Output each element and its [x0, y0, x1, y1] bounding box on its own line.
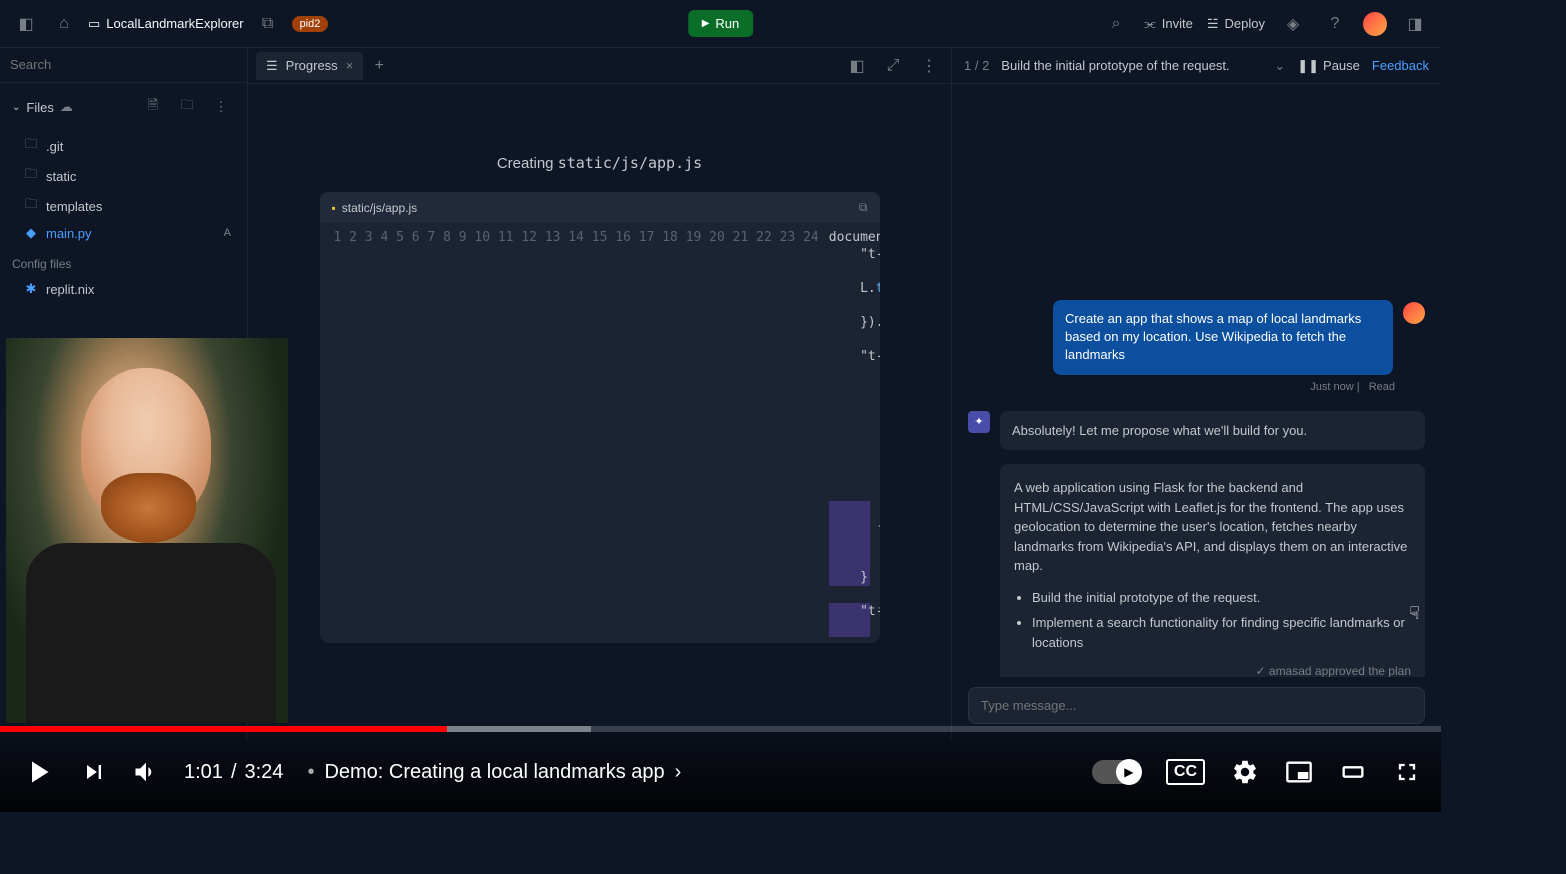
python-icon: ◆ [24, 225, 38, 241]
project-name[interactable]: ▭ LocalLandmarkExplorer [88, 16, 244, 32]
invite-button[interactable]: ⫘Invite [1144, 16, 1193, 32]
duration: 3:24 [245, 761, 284, 784]
expand-icon[interactable]: ⤢ [879, 52, 907, 80]
new-tab-button[interactable]: + [365, 52, 393, 80]
search-input[interactable] [10, 57, 237, 72]
ai-message-row: ✦ Absolutely! Let me propose what we'll … [968, 411, 1425, 451]
play-button[interactable] [20, 754, 56, 790]
top-bar: ◧ ⌂ ▭ LocalLandmarkExplorer ⧉ pid2 Run ⌕… [0, 0, 1441, 48]
chapter-label: Demo: Creating a local landmarks app [324, 761, 664, 784]
volume-button[interactable] [132, 758, 160, 786]
code-preview: ▪ static/js/app.js ⧉ 1 2 3 4 5 6 7 8 9 1… [320, 192, 880, 643]
tab-more-icon[interactable]: ⋮ [915, 52, 943, 80]
plan-approved-text: amasad approved the plan [1014, 662, 1411, 677]
code-lines: document.addEventListener('DOMContentLoa… [829, 223, 880, 643]
ai-panel: 1 / 2 Build the initial prototype of the… [951, 48, 1441, 740]
file-item-git[interactable]: 🗀.git [0, 131, 247, 161]
cloud-icon: ☁ [60, 99, 73, 115]
copy-code-icon[interactable]: ⧉ [859, 200, 868, 215]
current-time: 1:01 [184, 761, 223, 784]
ai-plan-list: Build the initial prototype of the reque… [1032, 588, 1411, 653]
panel-right-icon[interactable]: ◨ [1401, 10, 1429, 38]
webcam-overlay [6, 338, 288, 723]
captions-button[interactable]: CC [1166, 759, 1205, 785]
file-item-main-py[interactable]: ◆main.pyA [0, 221, 247, 245]
split-icon[interactable]: ◧ [843, 52, 871, 80]
new-folder-icon[interactable]: 🗀 [173, 93, 201, 121]
message-meta: Just now | Read [968, 381, 1425, 393]
user-message-row: Create an app that shows a map of local … [968, 300, 1425, 375]
creating-title: Creating static/js/app.js [278, 154, 921, 172]
play-icon: ▶ [1116, 759, 1142, 785]
run-button[interactable]: Run [688, 10, 754, 37]
fullscreen-button[interactable] [1393, 758, 1421, 786]
window-icon: ▭ [88, 16, 100, 32]
editor-content: Creating static/js/app.js ▪ static/js/ap… [248, 84, 951, 740]
plan-item: Build the initial prototype of the reque… [1032, 588, 1411, 608]
feedback-link[interactable]: Feedback [1372, 58, 1429, 73]
files-header[interactable]: ⌄ Files ☁ 🗎 🗀 ⋮ [0, 83, 247, 131]
plan-item: Implement a search functionality for fin… [1032, 613, 1411, 652]
settings-button[interactable] [1231, 758, 1259, 786]
file-item-templates[interactable]: 🗀templates [0, 191, 247, 221]
chevron-down-icon: ⌄ [12, 102, 20, 113]
pause-button[interactable]: ❚❚Pause [1297, 58, 1360, 74]
sidebar-search[interactable] [0, 48, 247, 83]
step-counter: 1 / 2 [964, 58, 989, 73]
chapter-indicator[interactable]: • Demo: Creating a local landmarks app › [307, 761, 681, 784]
theater-button[interactable] [1339, 758, 1367, 786]
chevron-down-icon[interactable]: ⌄ [1274, 58, 1285, 74]
more-icon[interactable]: ⋮ [207, 93, 235, 121]
ai-message-input[interactable] [968, 687, 1425, 724]
file-status-badge: A [224, 227, 235, 239]
user-avatar[interactable] [1363, 12, 1387, 36]
rocket-icon: ☱ [1207, 16, 1219, 32]
progress-icon: ☰ [266, 58, 278, 74]
search-icon[interactable]: ⌕ [1102, 10, 1130, 38]
notifications-icon[interactable]: ◈ [1279, 10, 1307, 38]
file-item-replit-nix[interactable]: ✱replit.nix [0, 277, 247, 301]
project-name-text: LocalLandmarkExplorer [106, 16, 243, 31]
code-header: ▪ static/js/app.js ⧉ [320, 192, 880, 223]
pause-icon: ❚❚ [1297, 58, 1319, 74]
miniplayer-button[interactable] [1285, 758, 1313, 786]
tab-progress[interactable]: ☰ Progress × [256, 52, 363, 80]
user-message: Create an app that shows a map of local … [1053, 300, 1393, 375]
folder-icon: 🗀 [24, 165, 38, 187]
autoplay-toggle[interactable]: ▶ [1092, 760, 1140, 784]
close-icon[interactable]: × [346, 58, 354, 73]
nix-icon: ✱ [24, 281, 38, 297]
config-section-label: Config files [0, 245, 247, 277]
video-time: 1:01 / 3:24 [184, 761, 283, 784]
invite-icon: ⫘ [1144, 16, 1156, 32]
copy-icon[interactable]: ⧉ [254, 10, 282, 38]
tab-bar: ☰ Progress × + ◧ ⤢ ⋮ [248, 48, 951, 84]
main-editor-area: ☰ Progress × + ◧ ⤢ ⋮ Creating static/js/… [248, 48, 951, 740]
ai-intro-message: Absolutely! Let me propose what we'll bu… [1000, 411, 1425, 451]
code-file-path: static/js/app.js [342, 201, 417, 215]
chevron-right-icon: › [675, 761, 682, 784]
line-gutter: 1 2 3 4 5 6 7 8 9 10 11 12 13 14 15 16 1… [320, 223, 829, 643]
help-icon[interactable]: ? [1321, 10, 1349, 38]
ai-plan-description: A web application using Flask for the ba… [1014, 478, 1411, 576]
ai-plan-block: A web application using Flask for the ba… [1000, 464, 1425, 677]
deploy-button[interactable]: ☱Deploy [1207, 16, 1265, 32]
folder-icon: 🗀 [24, 135, 38, 157]
folder-icon: 🗀 [24, 195, 38, 217]
next-button[interactable] [80, 758, 108, 786]
project-badge: pid2 [292, 16, 329, 32]
plan-title: Build the initial prototype of the reque… [1001, 58, 1262, 73]
home-icon[interactable]: ⌂ [50, 10, 78, 38]
user-avatar-small [1403, 302, 1425, 324]
ai-header: 1 / 2 Build the initial prototype of the… [952, 48, 1441, 84]
ai-avatar-icon: ✦ [968, 411, 990, 433]
video-controls: 1:01 / 3:24 • Demo: Creating a local lan… [0, 732, 1441, 812]
js-icon: ▪ [332, 201, 336, 215]
new-file-icon[interactable]: 🗎 [139, 93, 167, 121]
file-item-static[interactable]: 🗀static [0, 161, 247, 191]
ai-conversation: Create an app that shows a map of local … [952, 84, 1441, 677]
files-label: Files [26, 100, 53, 115]
panel-toggle-icon[interactable]: ◧ [12, 10, 40, 38]
